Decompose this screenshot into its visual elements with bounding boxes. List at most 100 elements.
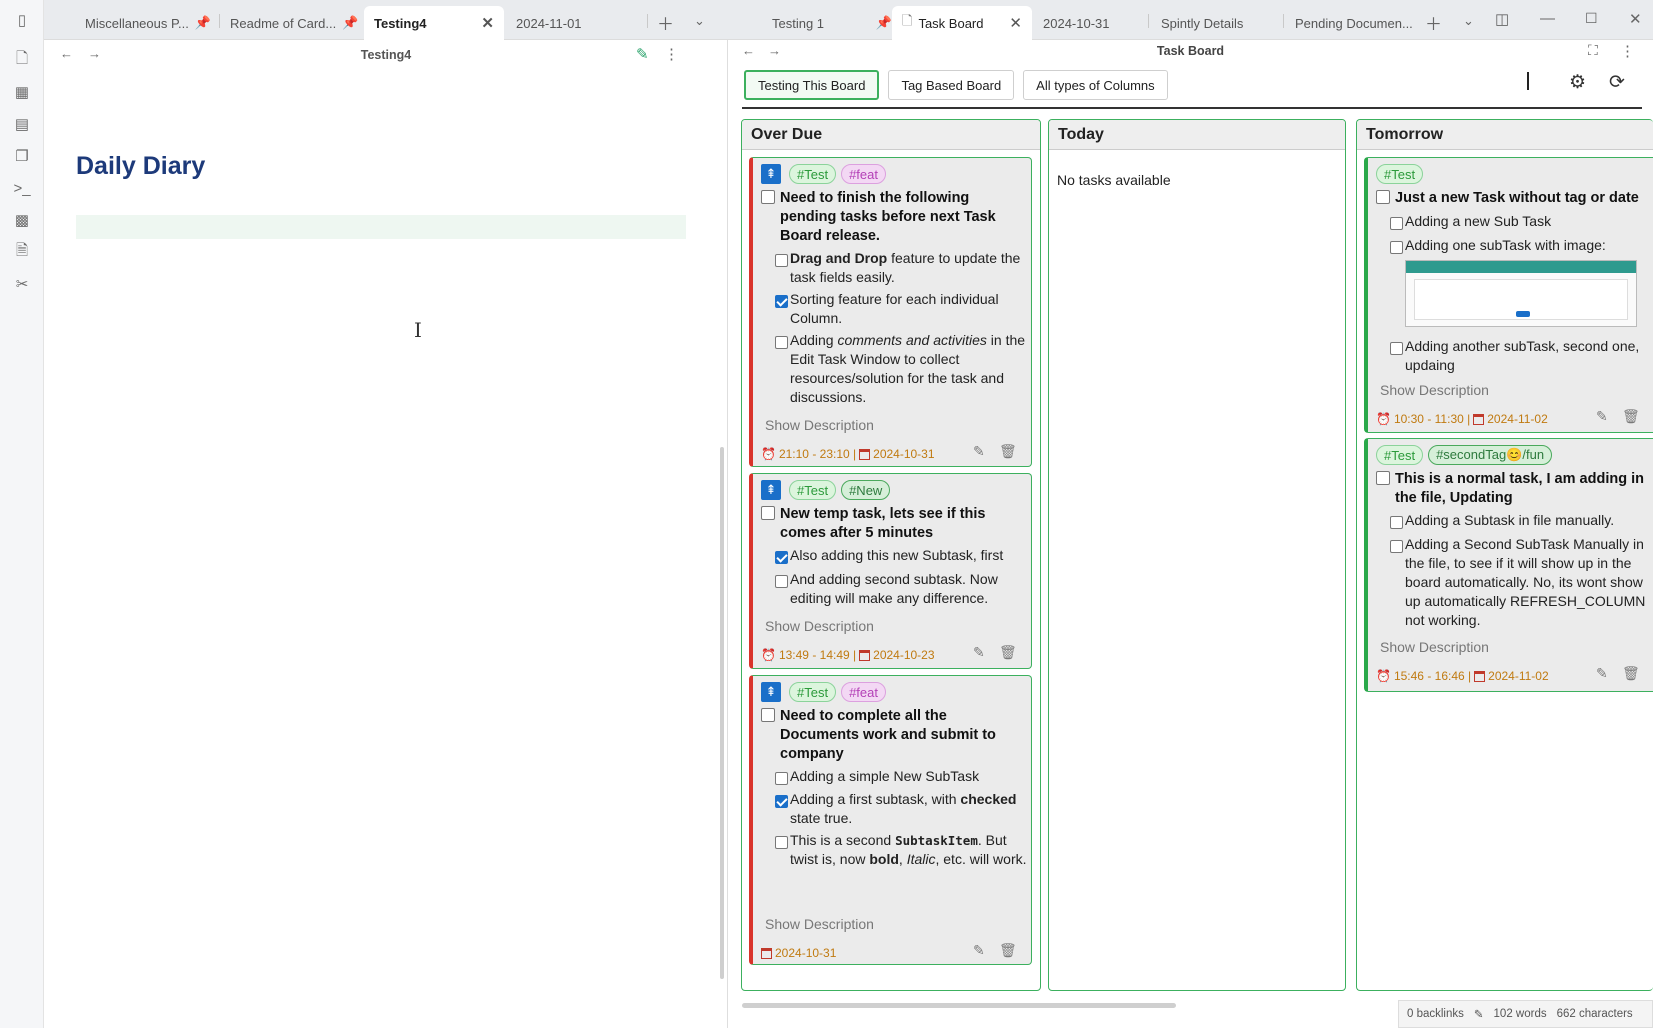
show-description-link[interactable]: Show Description [765,618,874,634]
more-options-icon[interactable]: ⋮ [1620,42,1635,60]
tag[interactable]: #secondTag😊/fun [1428,445,1553,465]
terminal-icon[interactable]: >_ [10,176,34,200]
right-tab-bar: Testing 1 📌 🗋 Task Board ✕ 2024-10-31 Sp… [728,0,1653,40]
tab-list-chevron-icon[interactable]: ⌄ [694,13,705,29]
task-date: 2024-11-02 [1488,669,1549,683]
edit-icon[interactable]: ✎ [1596,408,1608,425]
refresh-icon[interactable]: ⟳ [1609,71,1625,94]
board-tab-tag-based[interactable]: Tag Based Board [888,70,1015,100]
tag[interactable]: #Test [789,480,837,500]
new-tab-icon[interactable]: ＋ [657,10,674,35]
tab-testing4[interactable]: Testing4 ✕ [364,6,504,40]
subtask-checkbox[interactable] [775,254,788,267]
tab-label: Testing 1 [772,15,825,31]
edit-icon[interactable]: ✎ [973,942,985,959]
split-view-icon[interactable]: ◫ [1495,10,1509,28]
subtask-checkbox[interactable] [1390,342,1403,355]
task-checkbox[interactable] [1376,471,1390,485]
note-heading: Daily Diary [76,152,206,180]
edit-icon[interactable]: ✎ [1596,665,1608,682]
backlinks-count[interactable]: 0 backlinks [1407,1008,1464,1020]
edit-icon[interactable]: ✎ [973,644,985,661]
pin-icon[interactable]: 📌 [342,15,358,31]
templates-icon[interactable]: ❐ [10,144,34,168]
task-card[interactable]: ⇞ #Test #New New temp task, lets see if … [749,473,1032,669]
delete-icon[interactable]: 🗑 [999,443,1017,460]
subtask-checkbox[interactable] [775,836,788,849]
task-card[interactable]: ⇞ #Test #feat Need to complete all the D… [749,675,1032,965]
delete-icon[interactable]: 🗑 [1622,408,1640,425]
tab-spintly-details[interactable]: Spintly Details [1151,6,1291,40]
edit-icon[interactable]: ✎ [973,443,985,460]
tag[interactable]: #feat [841,164,886,184]
tab-task-board[interactable]: 🗋 Task Board ✕ [892,6,1032,40]
task-checkbox[interactable] [761,708,775,722]
show-description-link[interactable]: Show Description [765,916,874,932]
tab-2024-11-01[interactable]: 2024-11-01 [506,6,646,40]
task-checkbox[interactable] [761,506,775,520]
subtask-checkbox[interactable] [1390,241,1403,254]
active-line[interactable] [76,215,686,239]
subtask-checkbox[interactable] [1390,540,1403,553]
subtask-checkbox[interactable] [775,551,788,564]
calendar-icon[interactable]: ▤ [10,112,34,136]
tools-icon[interactable]: ✂ [10,272,34,296]
tab-list-chevron-icon[interactable]: ⌄ [1463,13,1474,29]
subtask-checkbox[interactable] [775,772,788,785]
canvas-icon[interactable]: ▦ [10,80,34,104]
subtask-checkbox[interactable] [775,336,788,349]
show-description-link[interactable]: Show Description [1380,382,1489,398]
delete-icon[interactable]: 🗑 [999,644,1017,661]
pin-icon[interactable]: 📌 [195,15,211,31]
tab-pending-documents[interactable]: Pending Documen... [1285,6,1420,40]
gallery-icon[interactable]: ▩ [10,208,34,232]
subtask-checkbox[interactable] [775,295,788,308]
tag[interactable]: #Test [1376,445,1424,465]
pin-icon[interactable]: 📌 [876,15,892,31]
close-icon[interactable]: ✕ [473,14,494,32]
more-options-icon[interactable]: ⋮ [664,45,679,63]
tab-miscellaneous[interactable]: Miscellaneous P... 📌 [75,6,215,40]
scrollbar[interactable] [720,447,724,979]
tab-readme[interactable]: Readme of Card... 📌 [220,6,360,40]
edit-mode-icon[interactable]: ✎ [636,45,649,63]
sidebar-toggle-icon[interactable]: ▯ [10,8,34,32]
horizontal-scrollbar[interactable] [742,1003,1176,1008]
window-close-icon[interactable]: ✕ [1629,10,1642,28]
delete-icon[interactable]: 🗑 [999,942,1017,959]
tag[interactable]: #Test [789,682,837,702]
board-tab-testing[interactable]: Testing This Board [744,70,880,100]
task-card[interactable]: #Test #secondTag😊/fun This is a normal t… [1364,438,1653,692]
note-header-title: Testing4 [360,48,412,62]
new-tab-icon[interactable]: ＋ [1425,10,1442,35]
subtask-checkbox[interactable] [775,795,788,808]
close-icon[interactable]: ✕ [1001,14,1022,32]
tag[interactable]: #New [841,480,891,500]
tab-testing-1[interactable]: Testing 1 📌 [762,6,902,40]
delete-icon[interactable]: 🗑 [1622,665,1640,682]
task-card[interactable]: ⇞ #Test #feat Need to finish the followi… [749,157,1032,467]
tag[interactable]: #feat [841,682,886,702]
subtask-text: Adding one subTask with image: [1405,237,1606,253]
task-card[interactable]: #Test Just a new Task without tag or dat… [1364,157,1653,433]
task-time: 21:10 - 23:10 | [778,447,857,461]
task-date: 2024-11-02 [1487,412,1548,426]
task-checkbox[interactable] [1376,190,1390,204]
subtask-checkbox[interactable] [1390,217,1403,230]
open-file-icon[interactable]: 🗋 [10,48,34,72]
reading-mode-icon[interactable]: ⛶ [1588,42,1598,59]
board-tab-all-columns[interactable]: All types of Columns [1023,70,1168,100]
tab-label: Pending Documen... [1295,15,1413,31]
subtask-text: Adding comments and activities in the Ed… [790,332,1026,405]
show-description-link[interactable]: Show Description [765,417,874,433]
settings-gear-icon[interactable]: ⚙ [1569,71,1586,94]
minimize-icon[interactable]: — [1540,10,1555,27]
task-checkbox[interactable] [761,190,775,204]
tag[interactable]: #Test [1376,164,1424,184]
show-description-link[interactable]: Show Description [1380,639,1489,655]
maximize-icon[interactable]: ☐ [1585,10,1598,27]
subtask-checkbox[interactable] [775,575,788,588]
tag[interactable]: #Test [789,164,837,184]
document-icon[interactable]: 🗎 [10,240,34,264]
subtask-checkbox[interactable] [1390,516,1403,529]
